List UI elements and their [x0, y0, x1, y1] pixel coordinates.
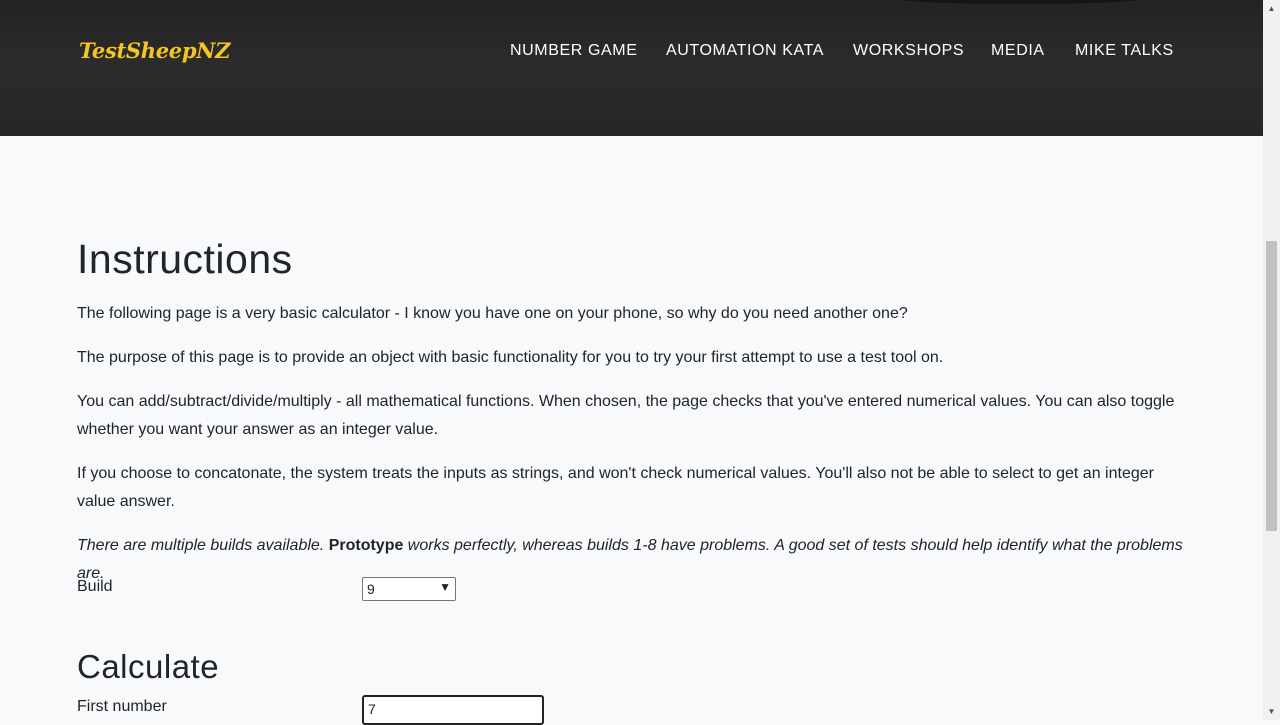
nav-workshops[interactable]: WORKSHOPS: [853, 42, 964, 60]
instructions-title: Instructions: [77, 236, 293, 282]
main-nav: NUMBER GAME AUTOMATION KATA WORKSHOPS ME…: [0, 42, 1263, 64]
nav-mike-talks[interactable]: MIKE TALKS: [1075, 42, 1174, 60]
nav-number-game[interactable]: NUMBER GAME: [510, 42, 638, 60]
chevron-down-icon: ▼: [439, 580, 451, 594]
build-label: Build: [77, 578, 113, 595]
build-selected-value: 9: [367, 581, 375, 597]
instructions-paragraph-4-line-1: If you choose to concatonate, the system…: [77, 465, 1154, 482]
builds-note-pre: There are multiple builds available.: [77, 537, 329, 554]
builds-note: There are multiple builds available. Pro…: [77, 532, 1187, 588]
first-number-label: First number: [77, 698, 167, 715]
instructions-paragraph-1: The following page is a very basic calcu…: [77, 305, 908, 322]
instructions-paragraph-3: You can add/subtract/divide/multiply - a…: [77, 388, 1187, 444]
build-select[interactable]: 9 ▼: [362, 577, 456, 601]
scroll-thumb[interactable]: [1266, 241, 1277, 531]
instructions-paragraph-3-line-2: whether you want your answer as an integ…: [77, 421, 439, 438]
scroll-down-arrow-icon[interactable]: ▼: [1263, 703, 1280, 720]
site-header: TestSheepNZ NUMBER GAME AUTOMATION KATA …: [0, 0, 1263, 136]
instructions-paragraph-2: The purpose of this page is to provide a…: [77, 349, 944, 366]
calculate-title: Calculate: [77, 648, 220, 685]
prototype-label: Prototype: [328, 537, 404, 554]
nav-media[interactable]: MEDIA: [991, 42, 1045, 60]
instructions-paragraph-4: If you choose to concatonate, the system…: [77, 460, 1187, 516]
instructions-paragraph-4-line-2: value answer.: [77, 493, 175, 510]
scroll-up-arrow-icon[interactable]: ▲: [1263, 0, 1280, 17]
nav-automation-kata[interactable]: AUTOMATION KATA: [666, 42, 824, 60]
page-scrollbar[interactable]: ▲ ▼: [1263, 0, 1280, 720]
instructions-paragraph-3-line-1: You can add/subtract/divide/multiply - a…: [77, 393, 1175, 410]
first-number-input[interactable]: 7: [362, 695, 544, 725]
